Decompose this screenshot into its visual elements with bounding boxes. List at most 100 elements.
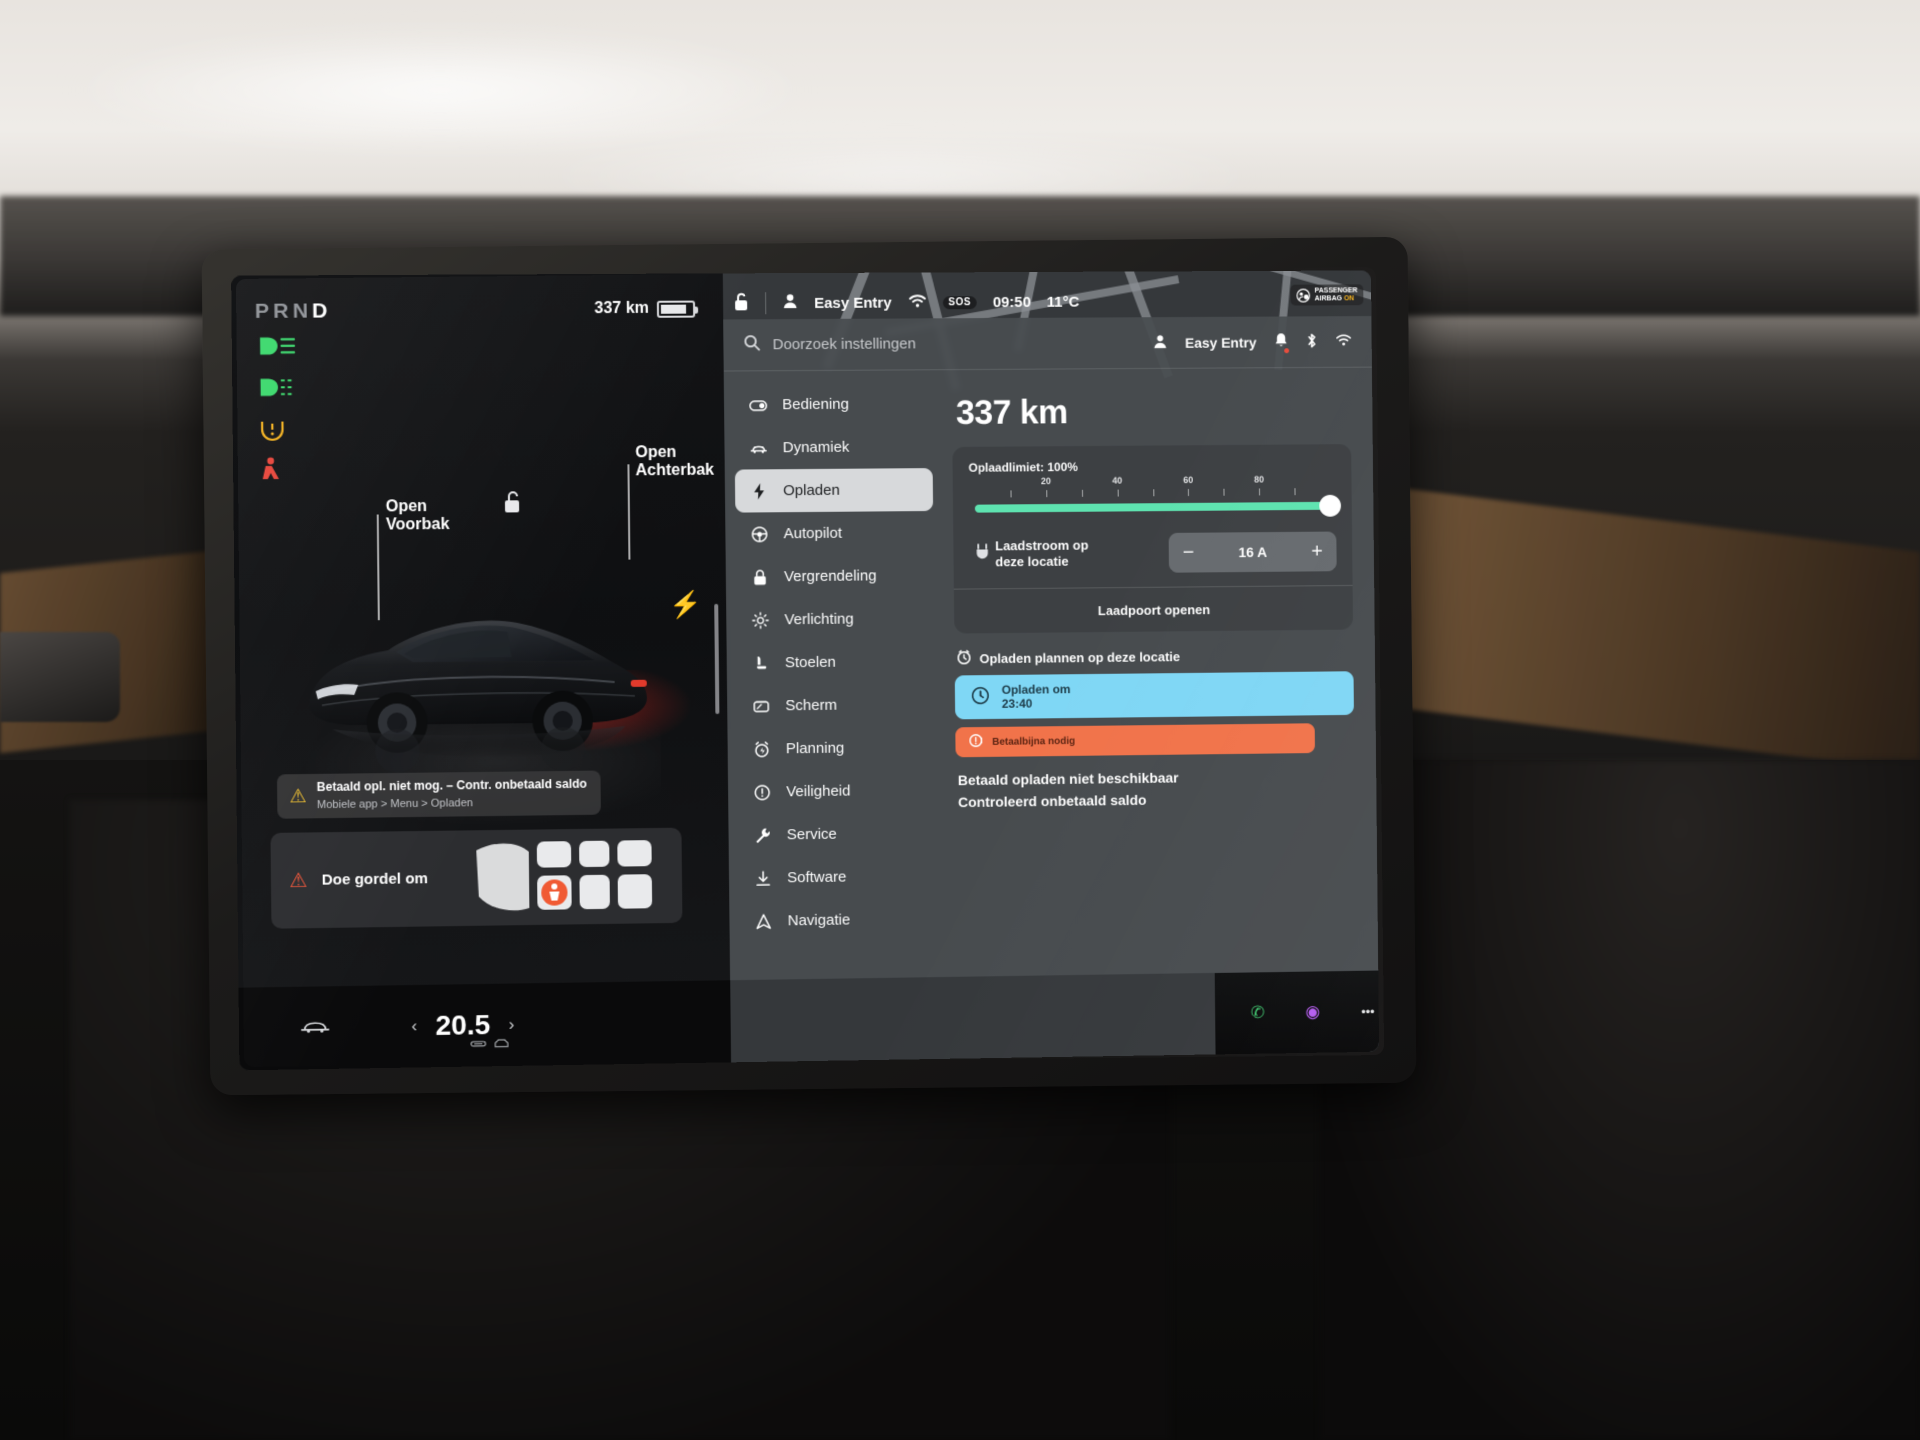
settings-profile-name[interactable]: Easy Entry: [1185, 334, 1257, 350]
steering-wheel-icon: [749, 525, 769, 543]
temperature-decrease-button[interactable]: ‹: [411, 1016, 417, 1036]
map-and-settings-pane: Easy Entry SOS 09:50 11°C PASSENGER AIRB…: [722, 270, 1380, 1063]
more-icon[interactable]: •••: [1351, 994, 1379, 1028]
search-icon[interactable]: [743, 334, 760, 356]
pane-divider-handle[interactable]: [714, 603, 720, 715]
shield-icon: [752, 783, 772, 801]
air-vent-left: [0, 632, 120, 722]
charge-limit-label: Oplaadlimiet: 100%: [968, 460, 1078, 475]
alert-circle-icon: [969, 734, 982, 750]
charging-range-value: 337 km: [955, 393, 1068, 432]
vent-face-icon[interactable]: [470, 1038, 486, 1052]
sidebar-item-bediening[interactable]: Bediening: [734, 382, 932, 426]
wifi-icon[interactable]: [907, 293, 926, 312]
toggle-icon: [748, 396, 768, 414]
frunk-label-line2: Voorbak: [385, 516, 450, 534]
sidebar-item-stoelen[interactable]: Stoelen: [737, 640, 935, 685]
sidebar-item-dynamiek[interactable]: Dynamiek: [734, 425, 932, 469]
lock-icon: [750, 568, 770, 586]
sidebar-item-veiligheid[interactable]: Veiligheid: [738, 768, 936, 813]
media-icon[interactable]: ◉: [1296, 995, 1330, 1029]
battery-icon: [656, 300, 696, 318]
charge-port-bolt-icon[interactable]: ⚡: [669, 589, 702, 620]
charging-warning-card[interactable]: ⚠ Betaald opl. niet mog. – Contr. onbeta…: [276, 770, 601, 819]
tick-mark: [1152, 489, 1154, 497]
charging-panel: 337 km Oplaadlimiet: 100% 20 40 60 80 La…: [942, 368, 1379, 977]
open-charge-port-button[interactable]: Laadpoort openen: [970, 586, 1338, 633]
fog-light-icon: [257, 373, 300, 401]
display-icon: [751, 697, 771, 715]
sidebar-label-service: Service: [786, 825, 837, 844]
settings-sidebar: Bediening Dynamiek Opladen Autopilot Ver…: [724, 370, 948, 980]
sidebar-item-vergrendeling[interactable]: Vergrendeling: [736, 554, 934, 599]
status-profile-name[interactable]: Easy Entry: [814, 294, 892, 311]
charge-current-label: Laadstroom op deze locatie: [995, 537, 1089, 570]
tick-mark: [1010, 490, 1012, 498]
scheduled-charging-button[interactable]: Opladen om 23:40: [954, 671, 1354, 720]
wood-trim-right: [1400, 488, 1920, 772]
payment-alert-label: Betaalbijna nodig: [992, 735, 1076, 748]
vent-windshield-icon[interactable]: [493, 1038, 509, 1052]
slider-knob[interactable]: [1319, 494, 1342, 517]
charge-current-stepper[interactable]: − 16 A +: [1168, 531, 1337, 573]
decrease-current-button[interactable]: −: [1183, 541, 1195, 564]
charging-warning-title: Betaald opl. niet mog. – Contr. onbetaal…: [316, 777, 588, 795]
profile-icon[interactable]: [782, 293, 798, 313]
tick-mark: [1188, 489, 1190, 496]
trunk-label[interactable]: Open Achterbak: [635, 444, 714, 481]
unlocked-lock-icon[interactable]: [733, 292, 749, 315]
settings-header-actions: Easy Entry: [1152, 332, 1352, 353]
charge-current-label-line1: Laadstroom op: [995, 537, 1089, 554]
sidebar-label-opladen: Opladen: [783, 481, 840, 500]
seatbelt-reminder-label: Doe gordel om: [321, 870, 429, 889]
phone-icon[interactable]: ✆: [1241, 996, 1275, 1030]
download-icon: [753, 869, 773, 887]
seat-icon: [751, 654, 771, 672]
sidebar-label-vergrendeling: Vergrendeling: [783, 567, 877, 586]
sidebar-label-stoelen: Stoelen: [784, 653, 836, 672]
schedule-header-label: Opladen plannen op deze locatie: [979, 648, 1181, 666]
tick-mark: [1223, 488, 1225, 496]
charging-warning-text: Betaald opl. niet mog. – Contr. onbetaal…: [317, 776, 588, 813]
tick-label-40: 40: [1112, 475, 1123, 486]
temperature-increase-button[interactable]: ›: [508, 1015, 514, 1035]
notifications-bell-icon[interactable]: [1274, 332, 1288, 351]
sidebar-item-scherm[interactable]: Scherm: [737, 683, 935, 728]
sidebar-item-opladen[interactable]: Opladen: [734, 468, 934, 513]
charge-limit-slider[interactable]: [974, 494, 1342, 517]
settings-wifi-icon[interactable]: [1335, 333, 1352, 350]
sidebar-item-planning[interactable]: Planning: [738, 726, 936, 771]
sidebar-label-navigatie: Navigatie: [787, 911, 851, 930]
tick-mark: [1294, 488, 1296, 496]
scheduled-charging-line1: Opladen om: [1001, 681, 1071, 697]
sidebar-item-autopilot[interactable]: Autopilot: [735, 511, 933, 556]
seat-layout-diagram[interactable]: [470, 832, 672, 923]
increase-current-button[interactable]: +: [1311, 540, 1323, 563]
sidebar-item-software[interactable]: Software: [739, 854, 937, 900]
door-lock-icon[interactable]: [502, 490, 522, 520]
airbag-text: PASSENGER AIRBAG ON: [1315, 287, 1358, 302]
trunk-label-line2: Achterbak: [635, 462, 715, 480]
airbag-line2: AIRBAG: [1314, 295, 1342, 303]
charge-current-row: Laadstroom op deze locatie − 16 A +: [969, 528, 1337, 589]
search-input[interactable]: Doorzoek instellingen: [773, 335, 916, 353]
sos-button[interactable]: SOS: [942, 295, 977, 309]
sidebar-item-service[interactable]: Service: [738, 811, 936, 857]
tire-pressure-icon: [257, 414, 288, 442]
frunk-label[interactable]: Open Voorbak: [386, 498, 450, 536]
driving-visualization-pane: PRND 337 km Open Voorbak Open Achterbak …: [231, 273, 732, 1071]
ceiling-reflection: [60, 30, 820, 150]
tick-label-60: 60: [1183, 475, 1194, 486]
settings-profile-icon[interactable]: [1152, 334, 1167, 352]
gear-r: R: [273, 299, 293, 323]
charge-current-value: 16 A: [1238, 544, 1268, 561]
seatbelt-reminder-card[interactable]: ⚠ Doe gordel om: [270, 827, 683, 929]
sidebar-item-verlichting[interactable]: Verlichting: [736, 597, 934, 642]
sidebar-item-navigatie[interactable]: Navigatie: [739, 897, 937, 943]
car-controls-icon[interactable]: [300, 1015, 331, 1042]
payment-alert-badge[interactable]: Betaalbijna nodig: [955, 723, 1315, 758]
vehicle-render[interactable]: [290, 569, 666, 804]
tick-mark: [1259, 488, 1261, 496]
trunk-cue-line: [627, 464, 631, 560]
bluetooth-icon[interactable]: [1306, 332, 1318, 352]
